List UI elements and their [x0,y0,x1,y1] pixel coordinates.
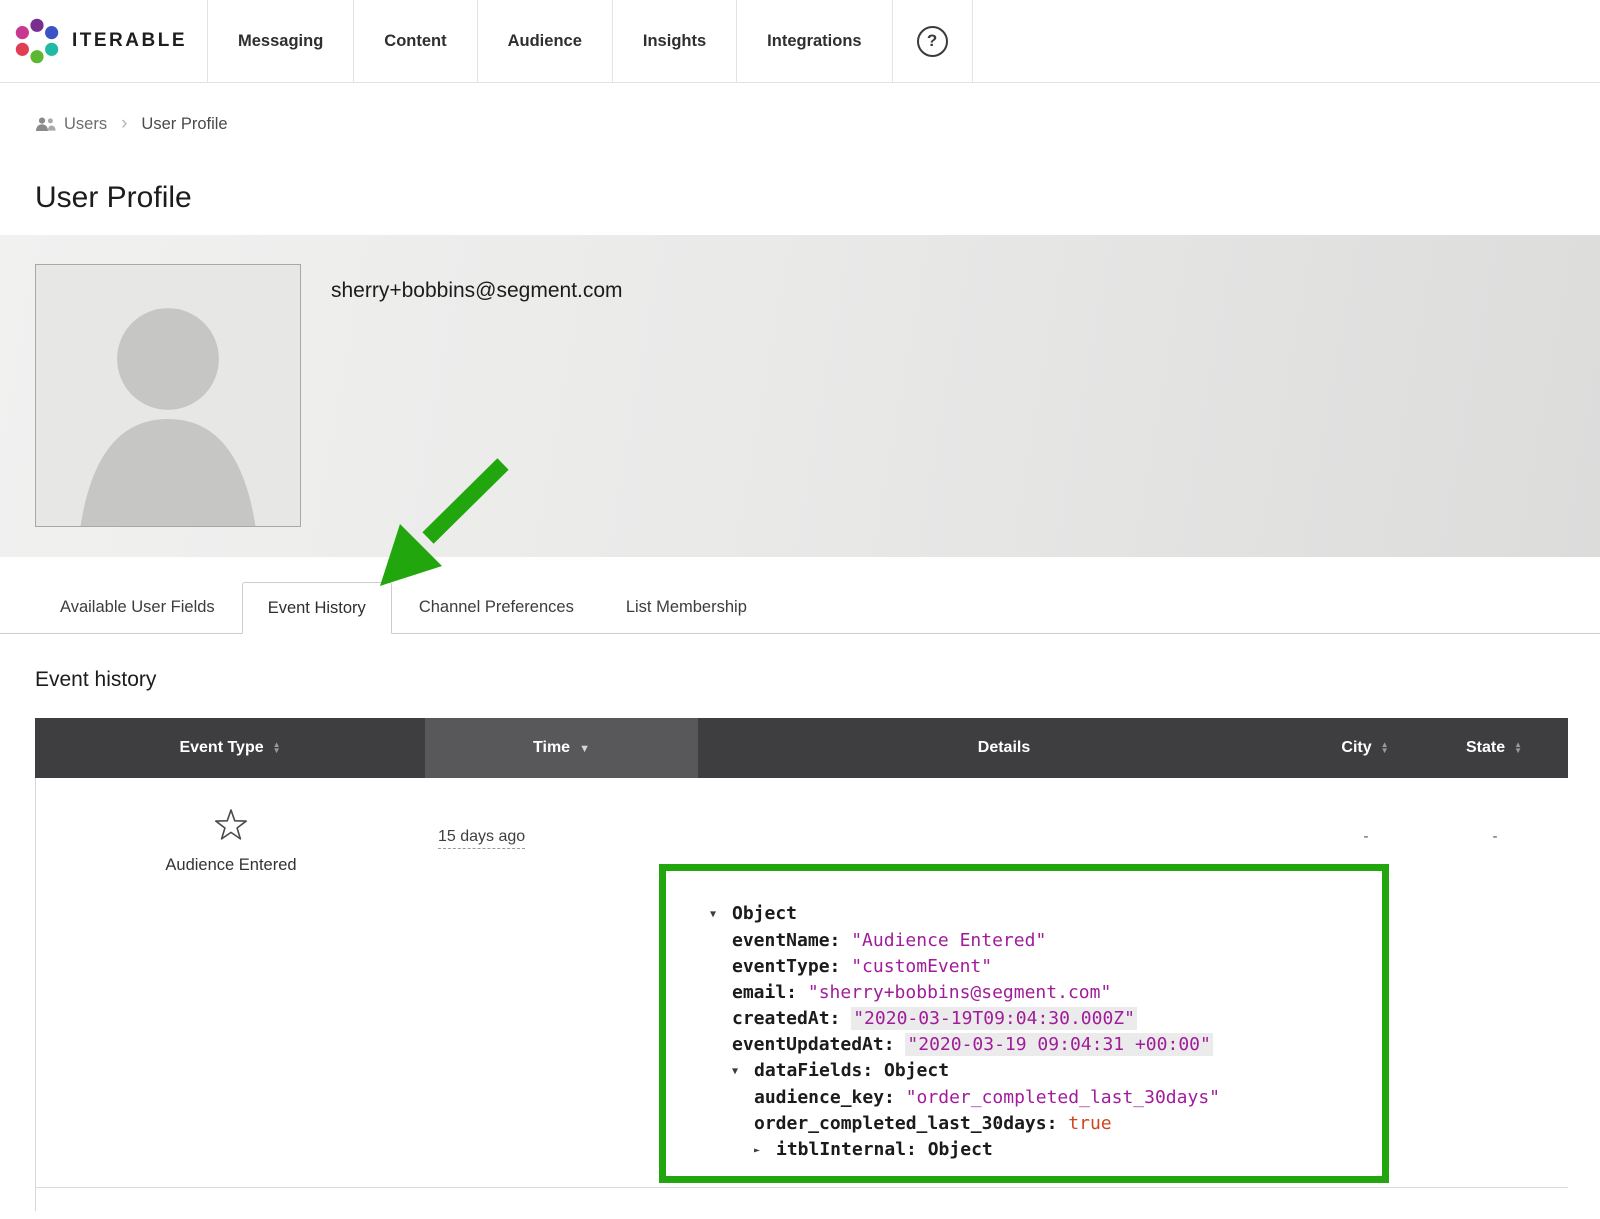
json-line: eventUpdatedAt: "2020-03-19 09:04:31 +00… [710,1032,1364,1058]
column-label: City [1341,739,1371,757]
json-key: email: [732,982,808,1003]
state-value: - [1421,778,1569,1187]
tab-event-history[interactable]: Event History [242,582,392,634]
column-label: State [1466,739,1505,757]
page: ITERABLE MessagingContentAudienceInsight… [0,0,1600,1219]
tab-channel-preferences[interactable]: Channel Preferences [394,581,599,633]
city-value: - [1311,778,1421,1187]
nav-item-messaging[interactable]: Messaging [208,0,354,82]
iterable-logo-icon [14,18,60,64]
help-menu[interactable]: ? [893,0,973,82]
json-value: "2020-03-19T09:04:30.000Z" [851,1007,1137,1030]
column-label: Event Type [179,739,263,757]
json-value: "Audience Entered" [851,930,1046,951]
table-row: Audience Entered 15 days ago ▼Objecteven… [36,778,1568,1188]
nav-item-content[interactable]: Content [354,0,477,82]
table-body: Audience Entered 15 days ago ▼Objecteven… [35,778,1568,1211]
json-value: "2020-03-19 09:04:31 +00:00" [905,1033,1212,1056]
nav-item-integrations[interactable]: Integrations [737,0,892,82]
brand[interactable]: ITERABLE [0,0,208,82]
event-type-cell: Audience Entered [36,778,426,1187]
json-key: createdAt: [732,1008,851,1029]
json-value: true [1068,1113,1111,1134]
profile-header: sherry+bobbins@segment.com [0,235,1600,557]
json-line: ▼dataFields: Object [710,1058,1364,1085]
collapse-icon[interactable]: ▼ [710,902,732,928]
breadcrumb-users-link[interactable]: Users [35,115,107,134]
tab-bar: Available User FieldsEvent HistoryChanne… [0,581,1600,634]
column-header-details: Details [698,718,1310,778]
json-line: email: "sherry+bobbins@segment.com" [710,980,1364,1006]
json-line: order_completed_last_30days: true [710,1111,1364,1137]
avatar-silhouette-icon [36,265,300,526]
json-key: audience_key: [754,1087,906,1108]
json-value: Object [928,1139,993,1160]
breadcrumb-users-label: Users [64,115,107,134]
sort-icon: ▲▼ [273,742,281,754]
top-nav: ITERABLE MessagingContentAudienceInsight… [0,0,1600,83]
star-icon[interactable] [212,808,250,844]
json-value: "customEvent" [851,956,992,977]
breadcrumb-current: User Profile [141,115,227,134]
json-line: ▼Object [710,901,1364,928]
json-line: ►itblInternal: Object [710,1137,1364,1164]
json-key: eventType: [732,956,851,977]
tab-list-membership[interactable]: List Membership [601,581,772,633]
details-cell: ▼ObjecteventName: "Audience Entered"even… [699,778,1311,1187]
avatar [35,264,301,527]
json-tree: ▼ObjecteventName: "Audience Entered"even… [710,901,1364,1164]
event-time[interactable]: 15 days ago [438,828,525,849]
column-header-city[interactable]: City ▲▼ [1310,718,1420,778]
event-history-table: Event Type ▲▼ Time ▼ Details City ▲▼ State ▲▼ Au… [35,718,1568,1211]
column-header-time[interactable]: Time ▼ [425,718,698,778]
table-header: Event Type ▲▼ Time ▼ Details City ▲▼ State ▲▼ [35,718,1568,778]
nav-item-insights[interactable]: Insights [613,0,737,82]
sort-icon: ▲▼ [1514,742,1522,754]
sort-icon: ▲▼ [1381,742,1389,754]
breadcrumb-chevron-icon: › [121,113,127,135]
json-line: createdAt: "2020-03-19T09:04:30.000Z" [710,1006,1364,1032]
json-line: eventType: "customEvent" [710,954,1364,980]
expand-icon[interactable]: ► [754,1138,776,1164]
json-value: "order_completed_last_30days" [906,1087,1220,1108]
nav-item-audience[interactable]: Audience [478,0,613,82]
event-type-label: Audience Entered [165,856,296,875]
nav-items: MessagingContentAudienceInsightsIntegrat… [208,0,893,82]
json-value: Object [732,903,797,924]
column-header-state[interactable]: State ▲▼ [1420,718,1568,778]
json-line: audience_key: "order_completed_last_30da… [710,1085,1364,1111]
section-heading: Event history [35,668,1600,692]
page-title: User Profile [35,181,1600,215]
json-key: order_completed_last_30days: [754,1113,1068,1134]
brand-name: ITERABLE [72,30,187,52]
column-label: Time [533,739,570,757]
json-value: Object [884,1060,949,1081]
json-key: itblInternal: [776,1139,928,1160]
column-header-event-type[interactable]: Event Type ▲▼ [35,718,425,778]
details-json-highlight-box: ▼ObjecteventName: "Audience Entered"even… [659,864,1389,1183]
users-icon [35,117,56,132]
json-key: dataFields: [754,1060,884,1081]
json-key: eventUpdatedAt: [732,1034,905,1055]
sort-desc-icon: ▼ [579,743,590,755]
json-line: eventName: "Audience Entered" [710,928,1364,954]
user-email: sherry+bobbins@segment.com [331,279,623,303]
help-icon: ? [917,26,948,57]
json-key: eventName: [732,930,851,951]
column-label: Details [978,739,1030,757]
tab-available-user-fields[interactable]: Available User Fields [35,581,240,633]
json-value: "sherry+bobbins@segment.com" [808,982,1111,1003]
breadcrumb: Users › User Profile [35,113,1600,135]
collapse-icon[interactable]: ▼ [732,1059,754,1085]
